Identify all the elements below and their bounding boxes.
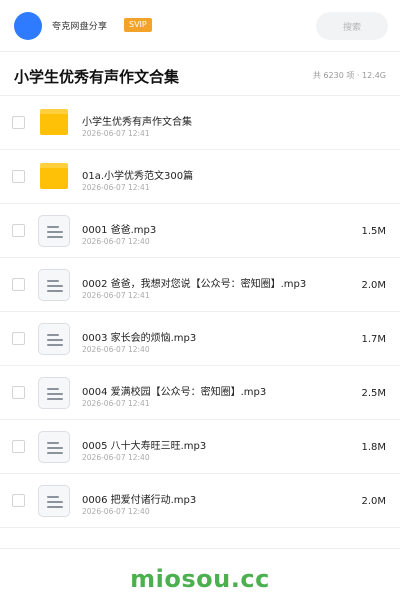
select-checkbox[interactable] <box>12 332 25 345</box>
item-date: 2026-06-07 12:40 <box>82 345 150 354</box>
list-item[interactable]: 0006 把爱付诸行动.mp3 2026-06-07 12:40 2.0M <box>0 474 400 528</box>
select-checkbox[interactable] <box>12 224 25 237</box>
item-date: 2026-06-07 12:40 <box>82 453 150 462</box>
item-name: 0003 家长会的烦恼.mp3 <box>82 333 197 344</box>
svip-badge: SVIP <box>124 18 152 32</box>
file-icon <box>38 431 70 463</box>
list-item[interactable]: 0003 家长会的烦恼.mp3 2026-06-07 12:40 1.7M <box>0 312 400 366</box>
item-name: 小学生优秀有声作文合集 <box>82 117 192 128</box>
item-name: 0001 爸爸.mp3 <box>82 225 157 236</box>
search-button[interactable]: 搜索 <box>316 12 388 40</box>
file-icon <box>38 215 70 247</box>
list-item[interactable]: 0005 八十大寿旺三旺.mp3 2026-06-07 12:40 1.8M <box>0 420 400 474</box>
header: 夸克网盘分享 SVIP 搜索 <box>0 0 400 52</box>
item-size: 2.0M <box>361 280 386 291</box>
item-name: 01a.小学优秀范文300篇 <box>82 171 194 182</box>
avatar[interactable] <box>14 12 42 40</box>
list-item[interactable]: 0004 爱满校园【公众号：密知圈】.mp3 2026-06-07 12:41 … <box>0 366 400 420</box>
item-date: 2026-06-07 12:41 <box>82 291 150 300</box>
list-item[interactable]: 0002 爸爸，我想对您说【公众号：密知圈】.mp3 2026-06-07 12… <box>0 258 400 312</box>
page-title: 小学生优秀有声作文合集 <box>14 68 180 86</box>
select-checkbox[interactable] <box>12 116 25 129</box>
watermark: miosou.cc <box>130 565 270 593</box>
folder-icon <box>40 163 68 189</box>
select-checkbox[interactable] <box>12 494 25 507</box>
select-checkbox[interactable] <box>12 170 25 183</box>
item-name: 0002 爸爸，我想对您说【公众号：密知圈】.mp3 <box>82 279 307 290</box>
item-date: 2026-06-07 12:40 <box>82 507 150 516</box>
item-name: 0005 八十大寿旺三旺.mp3 <box>82 441 207 452</box>
item-size: 2.5M <box>361 388 386 399</box>
file-icon <box>38 323 70 355</box>
item-size: 2.0M <box>361 496 386 507</box>
title-bar: 小学生优秀有声作文合集 共 6230 项 · 12.4G <box>0 52 400 96</box>
item-date: 2026-06-07 12:40 <box>82 237 150 246</box>
item-size: 1.5M <box>361 226 386 237</box>
item-date: 2026-06-07 12:41 <box>82 129 150 138</box>
select-checkbox[interactable] <box>12 386 25 399</box>
file-icon <box>38 269 70 301</box>
brand-name: 夸克网盘分享 <box>52 22 108 32</box>
file-icon <box>38 377 70 409</box>
item-size: 1.7M <box>361 334 386 345</box>
file-list: 小学生优秀有声作文合集 2026-06-07 12:41 01a.小学优秀范文3… <box>0 96 400 528</box>
list-item[interactable]: 01a.小学优秀范文300篇 2026-06-07 12:41 <box>0 150 400 204</box>
item-name: 0006 把爱付诸行动.mp3 <box>82 495 197 506</box>
item-name: 0004 爱满校园【公众号：密知圈】.mp3 <box>82 387 267 398</box>
item-size: 1.8M <box>361 442 386 453</box>
list-item[interactable]: 0001 爸爸.mp3 2026-06-07 12:40 1.5M <box>0 204 400 258</box>
list-item[interactable]: 小学生优秀有声作文合集 2026-06-07 12:41 <box>0 96 400 150</box>
select-checkbox[interactable] <box>12 440 25 453</box>
folder-icon <box>40 109 68 135</box>
select-checkbox[interactable] <box>12 278 25 291</box>
item-date: 2026-06-07 12:41 <box>82 399 150 408</box>
item-summary: 共 6230 项 · 12.4G <box>312 71 386 80</box>
file-icon <box>38 485 70 517</box>
item-date: 2026-06-07 12:41 <box>82 183 150 192</box>
